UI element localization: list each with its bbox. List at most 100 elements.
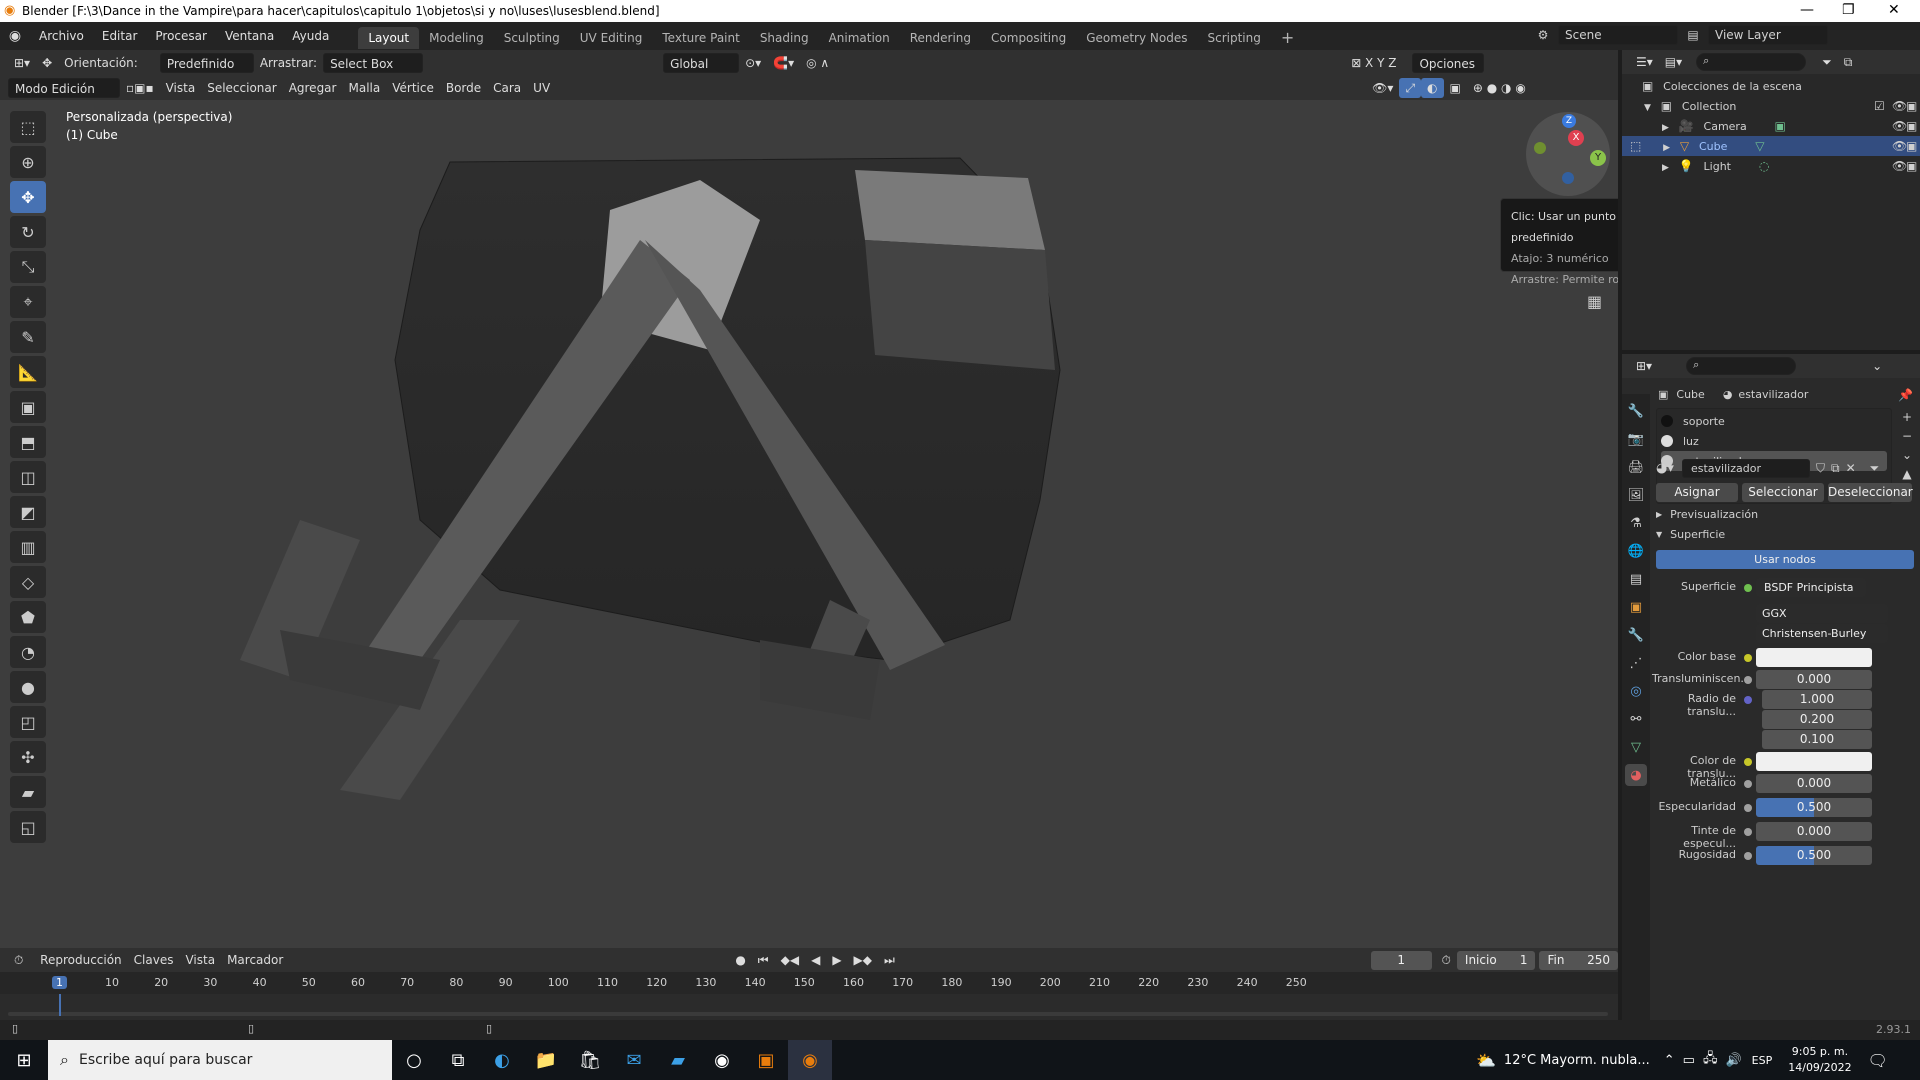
tab-sculpting[interactable]: Sculpting — [494, 27, 570, 49]
editor-type-icon[interactable]: ⊞▾ — [8, 53, 36, 73]
filter-icon[interactable]: ⏷ — [1816, 52, 1838, 72]
color-translu-swatch[interactable] — [1756, 752, 1872, 771]
slot-luz[interactable]: luz — [1661, 431, 1887, 451]
tab-animation[interactable]: Animation — [819, 27, 900, 49]
play-reverse-icon[interactable]: ◀ — [805, 950, 826, 970]
menu-borde[interactable]: Borde — [440, 78, 487, 98]
timeline-scrollbar[interactable] — [8, 1012, 1608, 1016]
3d-viewport[interactable]: Personalizada (perspectiva) (1) Cube X Y… — [0, 100, 1618, 948]
collection-render-icon[interactable]: ▣ — [1906, 96, 1917, 116]
app-orange-icon[interactable]: ▣ — [744, 1040, 788, 1080]
view-layer-icon[interactable]: ▤ — [1678, 28, 1708, 42]
blender-taskbar-icon[interactable]: ◉ — [788, 1040, 832, 1080]
spin-icon[interactable]: ◔ — [10, 636, 46, 668]
gizmo-x-axis[interactable]: X — [1568, 130, 1584, 146]
slot-soporte[interactable]: soporte — [1661, 411, 1887, 431]
display-mode-icon[interactable]: ▤▾ — [1659, 52, 1688, 72]
extrude-icon[interactable]: ⬒ — [10, 426, 46, 458]
mode-dropdown[interactable]: Modo Edición — [8, 78, 120, 98]
timeline-editor-icon[interactable]: ⏱▾ — [8, 950, 34, 987]
snap-icon[interactable]: 🧲▾ — [767, 53, 800, 73]
tab-modeling[interactable]: Modeling — [419, 27, 494, 49]
expand-icon[interactable]: ▼ — [1644, 103, 1651, 113]
tab-geometry-nodes[interactable]: Geometry Nodes — [1076, 27, 1197, 49]
file-explorer-icon[interactable]: 📁 — [524, 1040, 568, 1080]
minimize-icon[interactable]: — — [1800, 2, 1814, 18]
menu-claves[interactable]: Claves — [128, 950, 180, 970]
tab-rendering[interactable]: Rendering — [900, 27, 981, 49]
menu-procesar[interactable]: Procesar — [146, 22, 216, 50]
mail-icon[interactable]: ✉ — [612, 1040, 656, 1080]
modifier-tab-icon[interactable]: 🔧 — [1625, 624, 1647, 646]
radio-y-field[interactable]: 0.200 — [1762, 710, 1872, 729]
fake-user-icon[interactable]: ⛉ — [1816, 461, 1825, 476]
outliner-item-cube[interactable]: ⬚ ▶ ▽ Cube ▽ 👁 ▣ — [1622, 136, 1920, 156]
move-icon[interactable]: ✥ — [10, 181, 46, 213]
tool-tab-icon[interactable]: 🔧 — [1625, 400, 1647, 422]
color-base-swatch[interactable] — [1756, 648, 1872, 667]
assign-button[interactable]: Asignar — [1656, 482, 1738, 502]
select-mode-icons[interactable]: ▫▣▪ — [120, 78, 160, 98]
task-view-icon[interactable]: ⧉ — [436, 1040, 480, 1080]
unlink-material-icon[interactable]: ✕ — [1846, 461, 1856, 475]
battery-icon[interactable]: ▭ — [1683, 1053, 1695, 1068]
start-frame-field[interactable]: Inicio 1 — [1456, 950, 1536, 970]
outliner-item-light[interactable]: ▶ 💡 Light ◌ 👁 ▣ — [1622, 156, 1920, 176]
expand-icon[interactable]: ▶ — [1662, 123, 1669, 133]
toggle-perspective-icon[interactable]: ▦ — [1587, 292, 1602, 311]
view-layer-name[interactable]: View Layer — [1708, 25, 1828, 45]
mirror-axes[interactable]: ⊠ X Y Z — [1345, 53, 1402, 73]
edge-slide-icon[interactable]: ◰ — [10, 706, 46, 738]
outliner-item-camera[interactable]: ▶ 🎥 Camera ▣ 👁 ▣ — [1622, 116, 1920, 136]
current-frame-field[interactable]: 1 — [1370, 950, 1432, 970]
scale-icon[interactable]: ⤡ — [10, 251, 46, 283]
properties-editor-icon[interactable]: ⊞▾ — [1630, 356, 1658, 376]
timeline-area[interactable]: 1 10 20 30 40 50 60 70 80 90 100 110 120 130 140 150 160… — [0, 972, 1618, 1020]
camera-render-icon[interactable]: ▣ — [1906, 116, 1917, 136]
scene-icon[interactable]: ⚙ — [1528, 28, 1558, 42]
navigation-gizmo[interactable]: X Y Z — [1526, 112, 1610, 196]
data-tab-icon[interactable]: ▽ — [1625, 736, 1647, 758]
options-dropdown[interactable]: Opciones — [1412, 53, 1485, 73]
loop-cut-icon[interactable]: ▥ — [10, 531, 46, 563]
menu-editar[interactable]: Editar — [93, 22, 147, 50]
properties-options-icon[interactable]: ⌄ — [1866, 356, 1888, 376]
outliner-search[interactable]: ⌕ — [1696, 53, 1807, 71]
notifications-icon[interactable]: 🗨 — [1868, 1051, 1888, 1070]
rip-region-icon[interactable]: ◱ — [10, 811, 46, 843]
orientation-dropdown[interactable]: Predefinido — [159, 53, 254, 73]
inset-icon[interactable]: ◫ — [10, 461, 46, 493]
material-tab-icon[interactable]: ◕ — [1625, 764, 1647, 786]
tinte-field[interactable]: 0.000 — [1756, 822, 1872, 841]
subsurface-method-dropdown[interactable]: Christensen-Burley — [1756, 624, 1888, 643]
clock[interactable]: 9:05 p. m. 14/09/2022 — [1788, 1044, 1851, 1076]
metalico-field[interactable]: 0.000 — [1756, 774, 1872, 793]
blender-menu-icon[interactable]: ◉ — [0, 28, 30, 44]
knife-icon[interactable]: ◇ — [10, 566, 46, 598]
camera-visibility-icon[interactable]: 👁 — [1892, 116, 1907, 136]
view-layer-tab-icon[interactable]: 🖼 — [1625, 484, 1647, 506]
add-slot-icon[interactable]: + — [1898, 408, 1916, 427]
shading-modes-icons[interactable]: ⊕ ● ◑ ◉ — [1467, 78, 1532, 98]
radio-x-field[interactable]: 1.000 — [1762, 690, 1872, 709]
physics-tab-icon[interactable]: ◎ — [1625, 680, 1647, 702]
gizmo-toggle-icon[interactable]: ⤢ — [1399, 78, 1422, 98]
cube-visibility-icon[interactable]: 👁 — [1892, 136, 1907, 156]
xray-icon[interactable]: ▣ — [1444, 78, 1467, 98]
cortana-icon[interactable]: ○ — [392, 1040, 436, 1080]
mesh-data-icon[interactable]: ▽ — [1755, 139, 1764, 153]
distribution-dropdown[interactable]: GGX — [1756, 604, 1888, 623]
menu-malla[interactable]: Malla — [342, 78, 386, 98]
output-tab-icon[interactable]: 🖨 — [1625, 456, 1647, 478]
transluminiscence-field[interactable]: 0.000 — [1756, 670, 1872, 689]
gizmo-neg-y[interactable] — [1534, 142, 1546, 154]
maximize-icon[interactable]: ❐ — [1842, 2, 1855, 18]
tab-texture-paint[interactable]: Texture Paint — [652, 27, 749, 49]
menu-vista[interactable]: Vista — [160, 78, 202, 98]
annotate-icon[interactable]: ✎ — [10, 321, 46, 353]
pivot-icon[interactable]: ⊙▾ — [739, 53, 767, 73]
camera-data-icon[interactable]: ▣ — [1775, 119, 1786, 133]
duplicate-material-icon[interactable]: ⧉ — [1831, 461, 1840, 476]
scene-collection-row[interactable]: ▣ Colecciones de la escena — [1622, 76, 1920, 96]
menu-archivo[interactable]: Archivo — [30, 22, 93, 50]
